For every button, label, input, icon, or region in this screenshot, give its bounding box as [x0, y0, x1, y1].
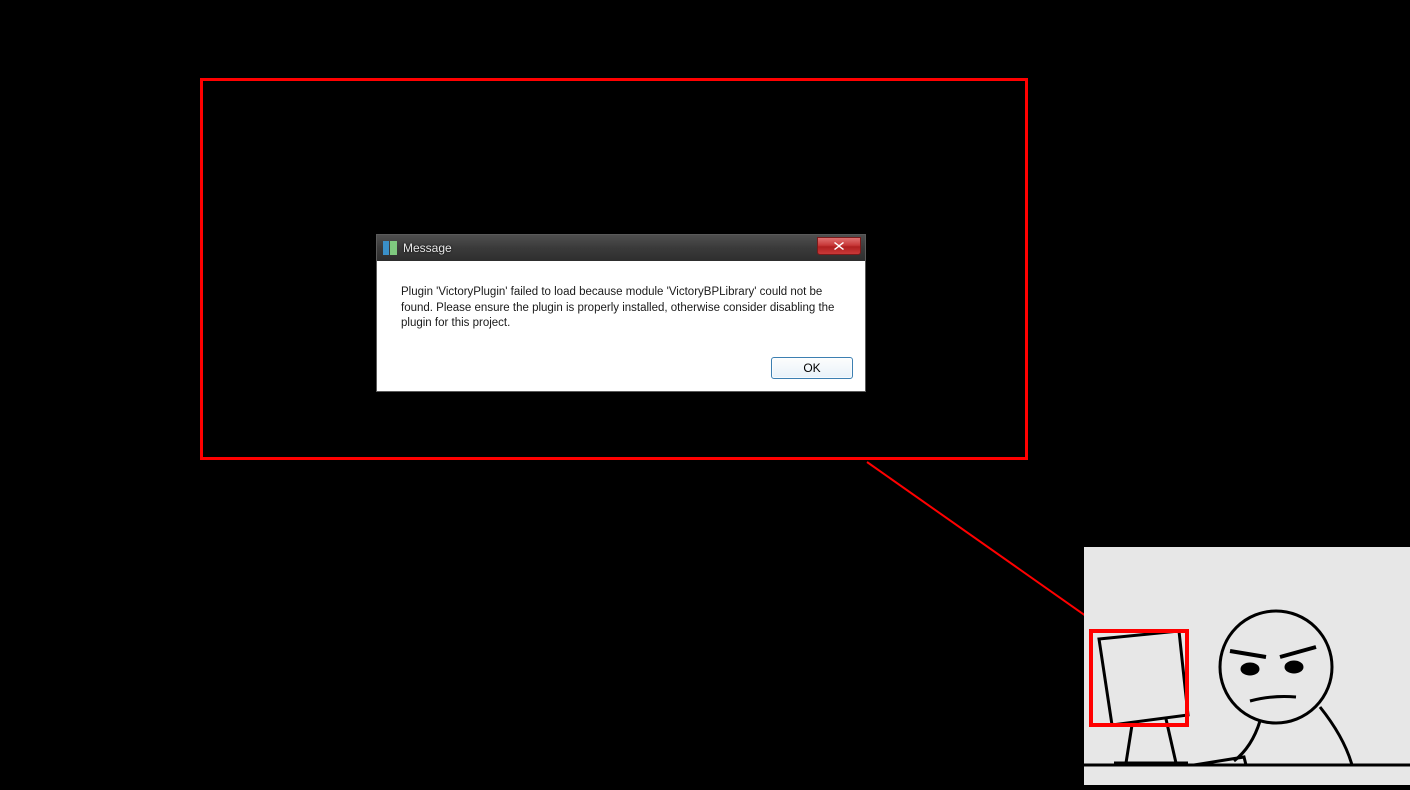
ok-button[interactable]: OK — [771, 357, 853, 379]
dialog-titlebar[interactable]: Message — [377, 235, 865, 261]
app-icon — [383, 241, 397, 255]
meme-panel — [1084, 547, 1410, 785]
close-icon — [834, 242, 844, 250]
close-button[interactable] — [817, 237, 861, 255]
meme-monitor-highlight — [1089, 629, 1189, 727]
dialog-title: Message — [403, 241, 817, 255]
dialog-footer: OK — [377, 347, 865, 391]
dialog-body-text: Plugin 'VictoryPlugin' failed to load be… — [377, 261, 865, 347]
message-dialog: Message Plugin 'VictoryPlugin' failed to… — [376, 234, 866, 392]
